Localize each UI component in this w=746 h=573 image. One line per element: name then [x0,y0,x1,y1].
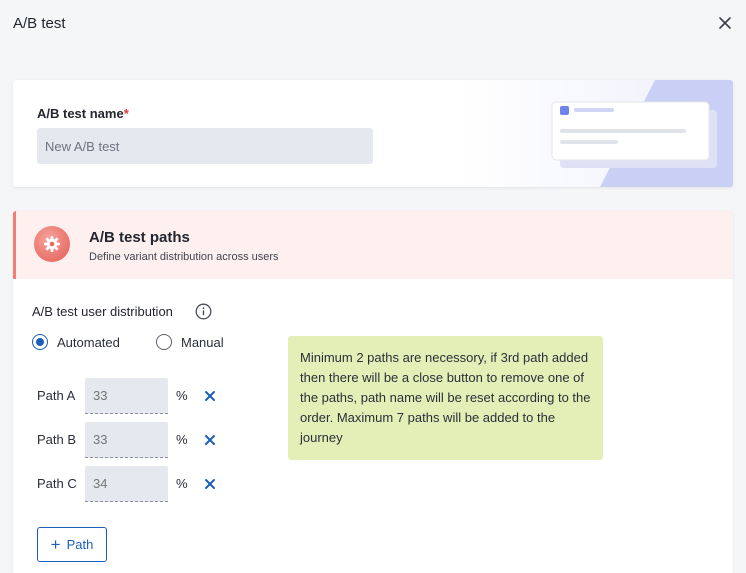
info-note: Minimum 2 paths are necessory, if 3rd pa… [288,336,603,460]
radio-manual-circle [156,334,172,350]
test-name-label-text: A/B test name [37,106,124,121]
test-name-input[interactable] [37,128,373,164]
path-row: Path B % [36,422,236,458]
test-paths-card: A/B test paths Define variant distributi… [13,211,733,573]
gear-icon [34,226,70,262]
radio-manual[interactable]: Manual [156,334,224,350]
path-percent-input[interactable] [85,466,168,502]
info-icon[interactable] [195,303,212,320]
radio-automated[interactable]: Automated [32,334,120,350]
section-subtitle: Define variant distribution across users [89,251,279,263]
test-name-card: A/B test name* [13,80,733,187]
path-label: Path A [37,388,76,403]
path-row: Path A % [36,378,236,414]
path-label: Path B [37,432,77,447]
radio-automated-label: Automated [57,334,120,350]
close-icon[interactable] [717,15,733,31]
remove-path-icon[interactable] [203,433,217,447]
modal-title: A/B test [13,15,66,32]
test-name-label: A/B test name* [37,106,129,121]
radio-automated-circle [32,334,48,350]
add-path-button[interactable]: + Path [37,527,107,562]
path-percent-input[interactable] [85,378,168,414]
percent-sign: % [176,476,188,491]
section-title: A/B test paths [89,229,190,246]
required-mark: * [123,106,129,121]
modal-header: A/B test [0,0,746,58]
remove-path-icon[interactable] [203,477,217,491]
remove-path-icon[interactable] [203,389,217,403]
percent-sign: % [176,432,188,447]
radio-manual-label: Manual [181,334,224,350]
distribution-label: A/B test user distribution [32,304,173,319]
path-row: Path C % [36,466,236,502]
add-path-label: Path [66,537,94,552]
header-illustration [460,80,733,187]
percent-sign: % [176,388,188,403]
path-percent-input[interactable] [85,422,168,458]
path-label: Path C [37,476,77,491]
plus-icon: + [50,535,61,554]
